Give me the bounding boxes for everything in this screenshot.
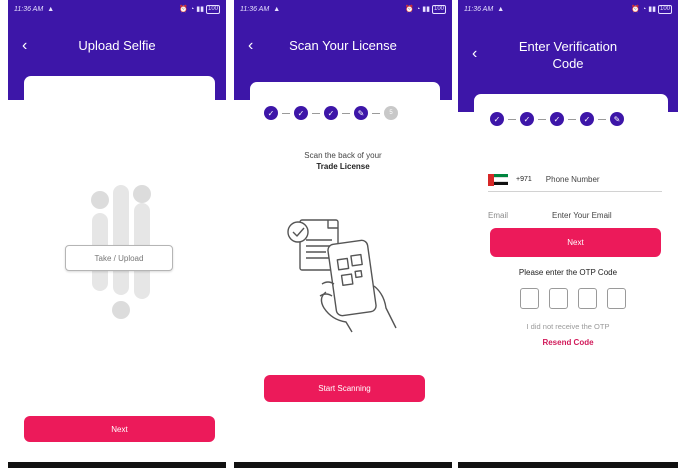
step-2-done: ✓ xyxy=(294,106,308,120)
status-bar: 11:36 AM ▲ ⏰ ◔ ▮▮ 100 xyxy=(234,0,452,18)
alarm-icon: ⏰ xyxy=(631,6,641,13)
uae-flag-icon[interactable] xyxy=(488,173,508,186)
scan-license-illustration xyxy=(287,219,397,333)
step-4-edit: ✎ xyxy=(354,106,368,120)
step-5-pending: 5 xyxy=(384,106,398,120)
bottom-nav-bar xyxy=(8,462,226,468)
battery-icon: 100 xyxy=(205,4,220,14)
email-field[interactable]: Email Enter Your Email xyxy=(488,208,662,222)
otp-digit-4[interactable] xyxy=(607,288,626,309)
notification-icon: ▲ xyxy=(497,5,505,13)
notification-icon: ▲ xyxy=(47,5,55,13)
notification-icon: ▲ xyxy=(273,5,281,13)
email-input[interactable]: Enter Your Email xyxy=(552,211,612,220)
wifi-icon: ◔ xyxy=(642,5,647,13)
email-label: Email xyxy=(488,210,509,220)
otp-prompt: Please enter the OTP Code xyxy=(518,268,618,277)
step-5-edit: ✎ xyxy=(610,112,624,126)
screen-verification-code: 11:36 AM ▲ ⏰ ◔ ▮▮ 100 ‹ Enter Verificati… xyxy=(458,0,678,468)
take-upload-button[interactable]: Take / Upload xyxy=(65,245,173,271)
next-button[interactable]: Next xyxy=(24,416,215,442)
progress-stepper: ✓ ✓ ✓ ✎ 5 xyxy=(264,106,398,120)
step-2-done: ✓ xyxy=(520,112,534,126)
otp-digit-1[interactable] xyxy=(520,288,539,309)
step-1-done: ✓ xyxy=(490,112,504,126)
status-time: 11:36 AM xyxy=(464,5,494,13)
bottom-nav-bar xyxy=(234,462,452,468)
signal-icon: ▮▮ xyxy=(196,6,204,13)
otp-digit-2[interactable] xyxy=(549,288,568,309)
next-button[interactable]: Next xyxy=(490,228,661,257)
signal-icon: ▮▮ xyxy=(422,6,430,13)
screen-upload-selfie: 11:36 AM ▲ ⏰ ◔ ▮▮ 100 ‹ Upload Selfie Ta… xyxy=(8,0,226,468)
status-time: 11:36 AM xyxy=(14,5,44,13)
country-code[interactable]: +971 xyxy=(516,176,532,183)
content-card xyxy=(24,76,215,116)
progress-stepper: ✓ ✓ ✓ ✓ ✎ xyxy=(490,112,624,126)
scan-instruction: Scan the back of your Trade License xyxy=(304,151,382,171)
status-bar: 11:36 AM ▲ ⏰ ◔ ▮▮ 100 xyxy=(458,0,678,18)
phone-number-field[interactable]: +971 Phone Number xyxy=(488,168,662,192)
screen-scan-license: 11:36 AM ▲ ⏰ ◔ ▮▮ 100 ‹ Scan Your Licens… xyxy=(234,0,452,468)
alarm-icon: ⏰ xyxy=(179,6,189,13)
resend-code-link[interactable]: Resend Code xyxy=(458,338,678,347)
step-1-done: ✓ xyxy=(264,106,278,120)
otp-digit-3[interactable] xyxy=(578,288,597,309)
page-title: Enter Verification Code xyxy=(518,39,618,71)
battery-icon: 100 xyxy=(431,4,446,14)
wifi-icon: ◔ xyxy=(190,5,195,13)
alarm-icon: ⏰ xyxy=(405,6,415,13)
battery-icon: 100 xyxy=(657,4,672,14)
step-3-done: ✓ xyxy=(324,106,338,120)
no-otp-text: I did not receive the OTP xyxy=(526,322,610,331)
page-title: Upload Selfie xyxy=(78,38,156,53)
bottom-nav-bar xyxy=(458,462,678,468)
step-4-done: ✓ xyxy=(580,112,594,126)
page-title: Scan Your License xyxy=(289,38,397,53)
otp-inputs xyxy=(520,288,626,309)
wifi-icon: ◔ xyxy=(416,5,421,13)
status-bar: 11:36 AM ▲ ⏰ ◔ ▮▮ 100 xyxy=(8,0,226,18)
phone-input[interactable]: Phone Number xyxy=(546,175,600,184)
signal-icon: ▮▮ xyxy=(648,6,656,13)
start-scanning-button[interactable]: Start Scanning xyxy=(264,375,425,402)
status-time: 11:36 AM xyxy=(240,5,270,13)
step-3-done: ✓ xyxy=(550,112,564,126)
